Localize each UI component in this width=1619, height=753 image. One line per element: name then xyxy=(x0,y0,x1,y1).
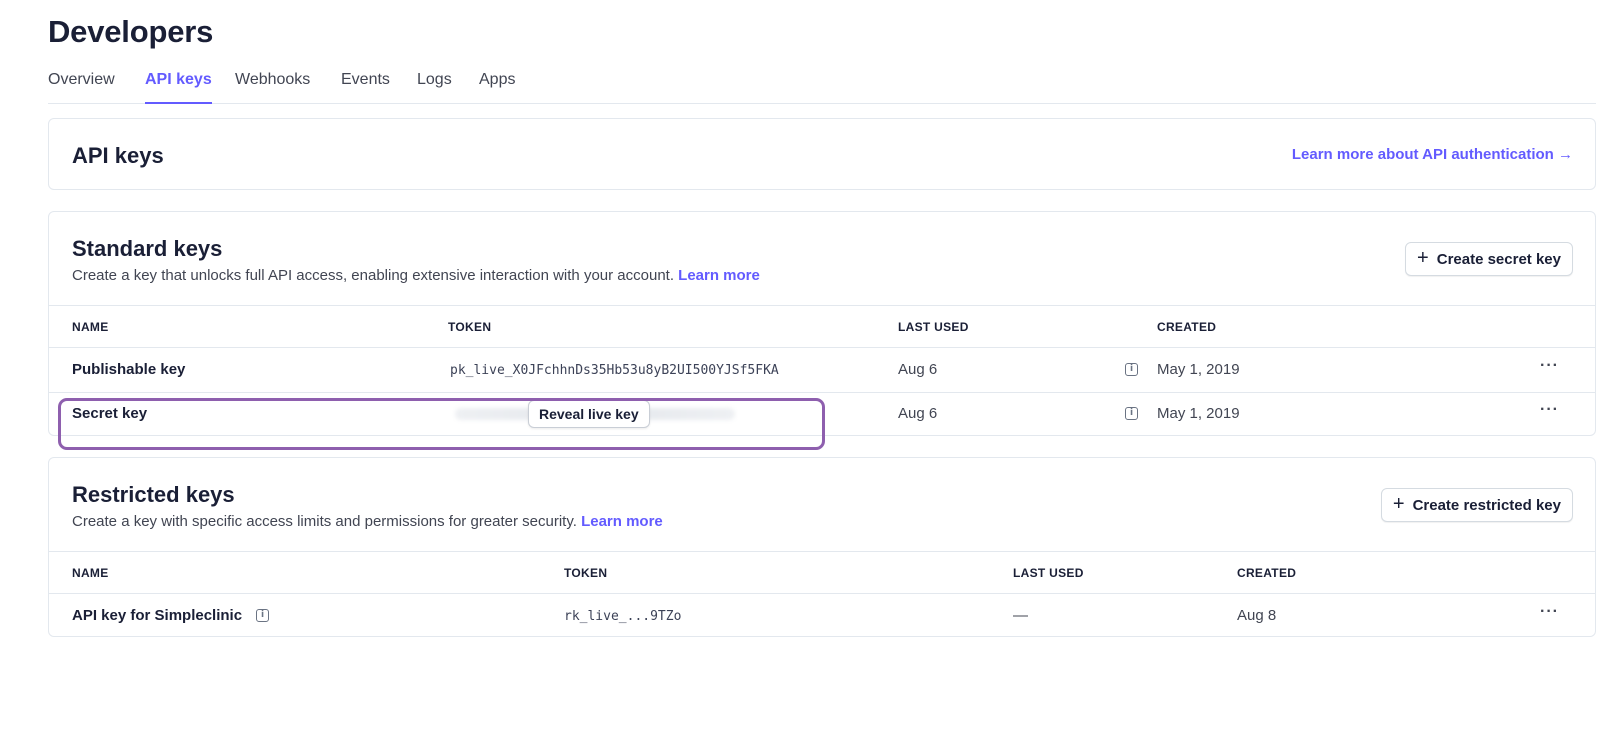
column-header-created: CREATED xyxy=(1237,566,1297,580)
restricted-keys-description: Create a key with specific access limits… xyxy=(72,513,663,530)
restricted-keys-learn-more-link[interactable]: Learn more xyxy=(581,513,663,530)
page-title: Developers xyxy=(48,14,214,49)
tab-bar: Overview API keys Webhooks Events Logs A… xyxy=(48,68,1596,104)
tab-api-keys[interactable]: API keys xyxy=(145,71,212,104)
create-restricted-key-label: Create restricted key xyxy=(1412,496,1561,514)
tab-logs[interactable]: Logs xyxy=(417,71,452,104)
info-icon[interactable]: i xyxy=(1125,363,1138,376)
created-date: May 1, 2019 xyxy=(1157,361,1240,378)
created-date: Aug 8 xyxy=(1237,607,1277,624)
standard-keys-table-header: NAME TOKEN LAST USED CREATED xyxy=(49,305,1595,348)
api-keys-header-card: API keys Learn more about API authentica… xyxy=(48,118,1596,190)
restricted-keys-description-text: Create a key with specific access limits… xyxy=(72,513,577,530)
last-used: Aug 6 xyxy=(898,361,938,378)
column-header-name: NAME xyxy=(72,320,109,334)
more-horizontal-icon[interactable]: ··· xyxy=(1540,357,1559,375)
column-header-created: CREATED xyxy=(1157,320,1217,334)
tab-overview[interactable]: Overview xyxy=(48,71,115,104)
created-date: May 1, 2019 xyxy=(1157,405,1240,422)
table-row-simpleclinic: API key for Simpleclinic i rk_live_...9T… xyxy=(49,594,1595,639)
restricted-keys-card: Restricted keys Create a key with specif… xyxy=(48,457,1596,637)
key-token[interactable]: pk_live_X0JFchhnDs35Hb53u8yB2UI500YJSf5F… xyxy=(450,363,779,378)
tab-apps[interactable]: Apps xyxy=(479,71,515,104)
column-header-name: NAME xyxy=(72,566,109,580)
create-restricted-key-button[interactable]: + Create restricted key xyxy=(1380,488,1573,522)
info-icon[interactable]: i xyxy=(256,609,269,622)
column-header-token: TOKEN xyxy=(448,320,492,334)
standard-keys-learn-more-link[interactable]: Learn more xyxy=(678,267,760,284)
plus-icon: + xyxy=(1417,247,1429,269)
more-horizontal-icon[interactable]: ··· xyxy=(1540,401,1559,419)
table-row-publishable-key: Publishable key pk_live_X0JFchhnDs35Hb53… xyxy=(49,348,1595,393)
secret-key-highlight-box xyxy=(58,398,825,450)
column-header-last-used: LAST USED xyxy=(1013,566,1084,580)
restricted-keys-title: Restricted keys xyxy=(72,482,235,507)
last-used: Aug 6 xyxy=(898,405,938,422)
column-header-last-used: LAST USED xyxy=(898,320,969,334)
key-token[interactable]: rk_live_...9TZo xyxy=(564,609,681,624)
column-header-token: TOKEN xyxy=(564,566,608,580)
plus-icon: + xyxy=(1392,493,1405,515)
standard-keys-description: Create a key that unlocks full API acces… xyxy=(72,267,760,284)
info-icon[interactable]: i xyxy=(1125,407,1138,420)
more-horizontal-icon[interactable]: ··· xyxy=(1540,603,1559,621)
standard-keys-title: Standard keys xyxy=(72,236,223,261)
standard-keys-description-text: Create a key that unlocks full API acces… xyxy=(72,267,674,284)
learn-more-api-auth-link[interactable]: Learn more about API authentication → xyxy=(1292,146,1573,163)
last-used: — xyxy=(1013,607,1028,624)
api-keys-title: API keys xyxy=(72,143,164,168)
tab-webhooks[interactable]: Webhooks xyxy=(235,71,310,104)
create-secret-key-button[interactable]: + Create secret key xyxy=(1405,242,1573,276)
tab-events[interactable]: Events xyxy=(341,71,390,104)
create-secret-key-label: Create secret key xyxy=(1436,250,1561,268)
restricted-keys-table-header: NAME TOKEN LAST USED CREATED xyxy=(49,551,1595,594)
key-name: API key for Simpleclinic xyxy=(72,607,243,624)
key-name: Publishable key xyxy=(72,361,186,378)
